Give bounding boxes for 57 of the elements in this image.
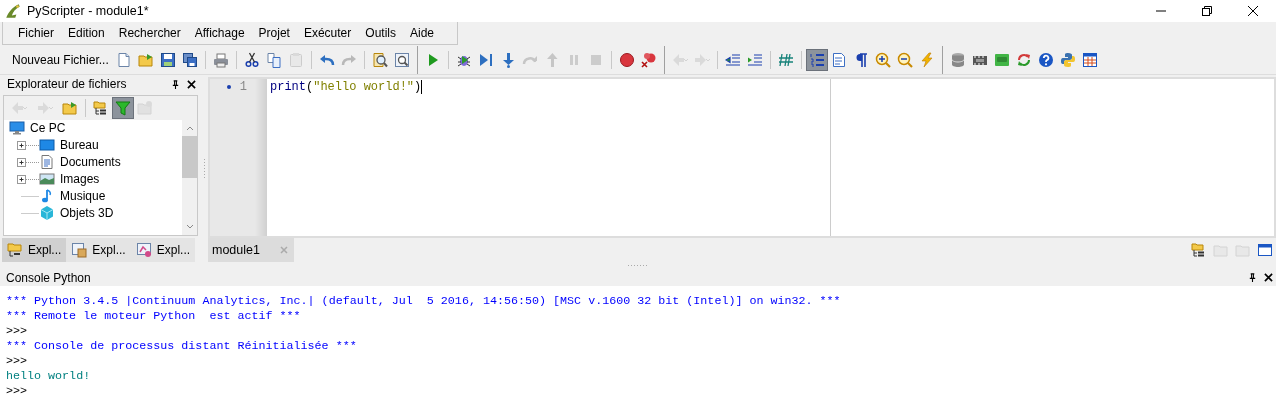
menu-item[interactable]: Edition (61, 26, 112, 40)
console-line: >>> (6, 324, 29, 339)
code-editor[interactable]: 1 print("hello world!") (208, 77, 1276, 238)
maximize-icon[interactable] (1202, 6, 1212, 16)
menu-item[interactable]: Projet (251, 26, 297, 40)
code-line: print("hello world!") (270, 79, 423, 95)
console-line: >>> (6, 354, 29, 369)
console-line: *** Console de processus distant Réinitialisée *** (6, 339, 358, 354)
folder-tree-icon (7, 242, 23, 259)
menu-item[interactable]: Outils (358, 26, 403, 40)
pin-icon[interactable] (1248, 273, 1257, 282)
menu-item[interactable]: Rechercher (111, 26, 188, 40)
cube-icon (39, 205, 55, 222)
new-file-button[interactable]: Nouveau Fichier... (6, 53, 113, 67)
panel-tab[interactable]: Expl... (66, 238, 131, 262)
scrollbar[interactable] (182, 119, 197, 236)
desktop-icon (39, 137, 55, 154)
documents-icon (39, 154, 55, 171)
line-numbers-icon[interactable] (806, 50, 827, 70)
pin-icon[interactable] (171, 79, 180, 89)
scroll-down-icon[interactable] (184, 224, 195, 231)
picture-frame-icon (135, 242, 152, 259)
splitter-grip[interactable] (628, 264, 648, 267)
panel-title: Console Python (6, 270, 91, 285)
package-icon (71, 242, 88, 259)
splitter-grip[interactable] (202, 159, 206, 179)
tree-item[interactable]: Bureau (60, 138, 99, 153)
panel-tab[interactable]: Expl... (130, 238, 196, 262)
console-line: *** Remote le moteur Python est actif *** (6, 309, 302, 324)
image-icon (39, 171, 55, 188)
menu-item[interactable]: Affichage (187, 26, 252, 40)
tree-item[interactable]: Ce PC (30, 121, 66, 136)
expand-icon[interactable] (17, 173, 39, 185)
close-icon[interactable] (187, 79, 196, 89)
console-line: >>> (6, 384, 29, 399)
editor-tab[interactable]: module1 (208, 238, 294, 262)
console-line: hello world! (6, 369, 92, 384)
expand-icon[interactable] (17, 156, 39, 168)
app-logo-icon (4, 2, 22, 20)
panel-tab[interactable]: Expl... (2, 238, 67, 262)
close-icon[interactable] (1264, 273, 1273, 282)
tree-item[interactable]: Musique (60, 189, 106, 204)
menu-item[interactable]: Aide (403, 26, 441, 40)
tree-item[interactable]: Images (60, 172, 100, 187)
window-title: PyScripter - module1* (27, 4, 149, 18)
line-marker-icon (226, 85, 231, 89)
close-icon[interactable] (1248, 6, 1258, 16)
panel-title: Explorateur de fichiers (7, 77, 127, 92)
menu-item[interactable]: Fichier (11, 26, 61, 40)
computer-icon (9, 120, 25, 137)
tree-item[interactable]: Objets 3D (60, 206, 114, 221)
console-line: *** Python 3.4.5 |Continuum Analytics, Inc.| (default, Jul 5 2016, 14:56:50) [MSC v.1600 32 bit (Intel)] on win32. *** (6, 294, 842, 309)
menu-item[interactable]: Exécuter (296, 26, 359, 40)
line-number: 1 (239, 80, 247, 94)
tree-item[interactable]: Documents (60, 155, 121, 170)
expand-icon[interactable] (17, 139, 39, 151)
scroll-up-icon[interactable] (184, 124, 195, 131)
